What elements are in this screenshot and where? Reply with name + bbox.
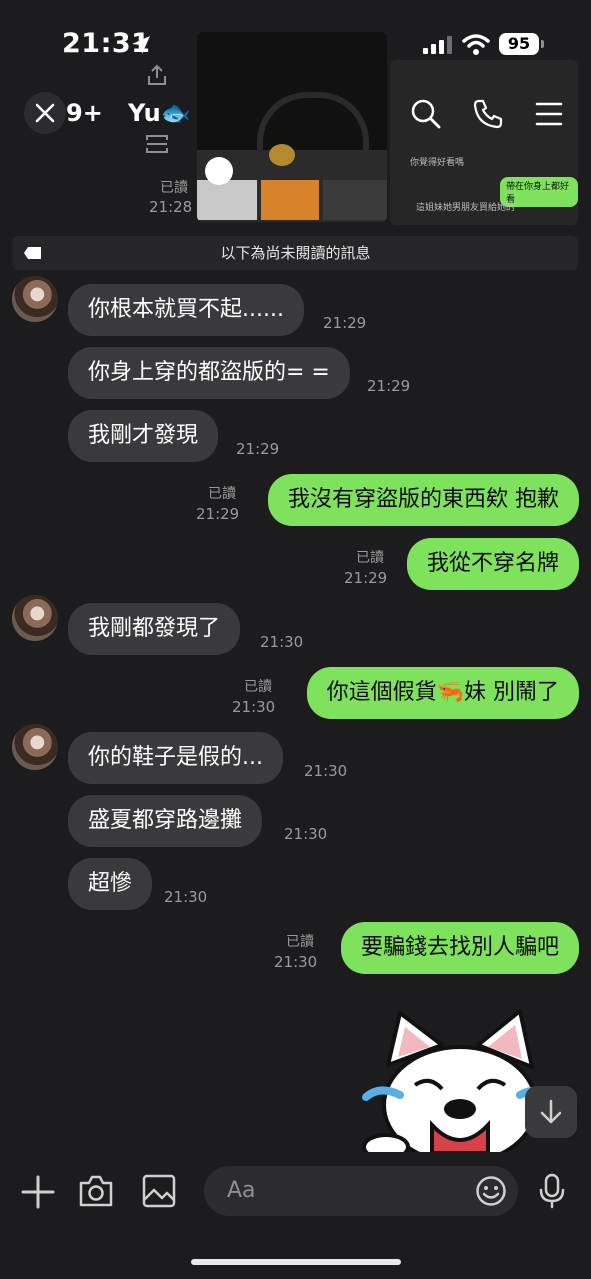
mic-icon[interactable] bbox=[538, 1173, 566, 1209]
read-label: 已讀 bbox=[356, 550, 384, 566]
preview-text-3: 這姐妹她男朋友買給她的 bbox=[416, 203, 516, 213]
unread-count[interactable]: 9+ bbox=[66, 99, 103, 127]
message-bubble-in[interactable]: 你身上穿的都盜版的= = bbox=[68, 347, 350, 399]
arrow-down-icon bbox=[540, 1099, 562, 1124]
battery-tip bbox=[541, 40, 544, 48]
message-bubble-in[interactable]: 我剛才發現 bbox=[68, 410, 219, 462]
read-label: 已讀 bbox=[286, 934, 314, 950]
message-bubble-in[interactable]: 你的鞋子是假的... bbox=[68, 732, 283, 784]
message-time: 21:30 bbox=[284, 825, 328, 843]
save-icon[interactable] bbox=[145, 134, 169, 154]
message-time: 21:30 bbox=[304, 762, 348, 780]
message-time: 21:29 bbox=[236, 440, 280, 458]
bulldog-sticker[interactable] bbox=[360, 1005, 545, 1153]
wifi-icon bbox=[462, 34, 490, 55]
phone-icon[interactable] bbox=[472, 98, 504, 130]
prev-time: 21:28 bbox=[149, 198, 193, 216]
message-time: 21:30 bbox=[232, 698, 276, 716]
message-time: 21:30 bbox=[260, 633, 304, 651]
message-time: 21:30 bbox=[164, 888, 208, 906]
contact-name[interactable]: Yu🐟 bbox=[128, 99, 191, 127]
message-time: 21:30 bbox=[274, 953, 318, 971]
plus-icon[interactable] bbox=[21, 1175, 55, 1209]
search-icon[interactable] bbox=[410, 98, 442, 130]
close-button[interactable] bbox=[24, 92, 66, 134]
message-time: 21:29 bbox=[196, 505, 240, 523]
home-indicator bbox=[191, 1259, 401, 1265]
message-bubble-in[interactable]: 我剛都發現了 bbox=[68, 603, 241, 655]
contact-avatar[interactable] bbox=[12, 276, 58, 322]
message-bubble-out[interactable]: 要騙錢去找別人騙吧 bbox=[340, 922, 579, 974]
camera-icon[interactable] bbox=[78, 1174, 114, 1208]
signal-icon bbox=[423, 36, 452, 54]
location-arrow-icon bbox=[132, 36, 150, 54]
prev-read-label: 已讀 bbox=[160, 180, 188, 196]
battery-level: 95 bbox=[499, 33, 539, 55]
share-icon[interactable] bbox=[146, 64, 168, 86]
message-bubble-out[interactable]: 你這個假貨🦐妹 別鬧了 bbox=[306, 667, 579, 719]
contact-avatar[interactable] bbox=[12, 595, 58, 641]
unread-divider-text: 以下為尚未閱讀的訊息 bbox=[220, 244, 371, 262]
message-time: 21:29 bbox=[323, 314, 367, 332]
message-bubble-out[interactable]: 我沒有穿盜版的東西欸 抱歉 bbox=[268, 474, 579, 526]
message-input-placeholder: Aa bbox=[227, 1178, 256, 1203]
message-time: 21:29 bbox=[344, 569, 388, 587]
emoji-icon[interactable] bbox=[475, 1175, 507, 1207]
message-time: 21:29 bbox=[367, 377, 411, 395]
contact-avatar[interactable] bbox=[12, 724, 58, 770]
read-label: 已讀 bbox=[208, 486, 236, 502]
image-icon[interactable] bbox=[142, 1174, 176, 1208]
message-bubble-in[interactable]: 你根本就買不起...... bbox=[68, 284, 304, 336]
shared-chat-screenshot[interactable]: 你覺得好看嗎 帶在你身上都好看 這姐妹她男朋友買給她的 bbox=[390, 60, 578, 225]
shared-image-preview[interactable] bbox=[197, 32, 387, 222]
preview-text-1: 你覺得好看嗎 bbox=[410, 158, 465, 168]
message-bubble-in[interactable]: 盛夏都穿路邊攤 bbox=[68, 795, 263, 847]
message-bubble-in[interactable]: 超慘 bbox=[68, 858, 153, 910]
read-label: 已讀 bbox=[244, 679, 272, 695]
close-icon bbox=[35, 103, 55, 123]
message-bubble-out[interactable]: 我從不穿名牌 bbox=[406, 538, 579, 590]
menu-icon[interactable] bbox=[535, 100, 563, 128]
scroll-to-bottom-button[interactable] bbox=[525, 1086, 577, 1138]
